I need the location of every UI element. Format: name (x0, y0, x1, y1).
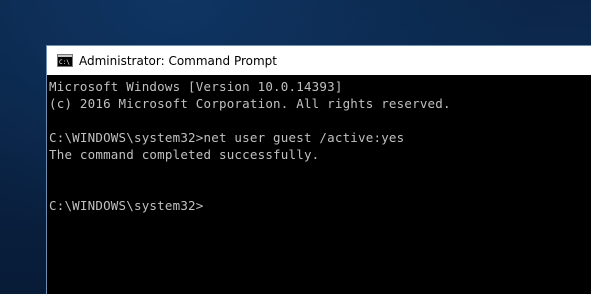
svg-text:C:\: C:\ (59, 59, 70, 66)
title-bar[interactable]: C:\ Administrator: Command Prompt (47, 46, 591, 75)
command-prompt-window[interactable]: C:\ Administrator: Command Prompt Micros… (46, 45, 591, 294)
console-output[interactable]: Microsoft Windows [Version 10.0.14393] (… (47, 75, 591, 294)
cmd-icon: C:\ (57, 54, 73, 67)
command-prompt-line[interactable]: C:\WINDOWS\system32> (49, 197, 591, 214)
window-title: Administrator: Command Prompt (79, 53, 277, 68)
console-line: Microsoft Windows [Version 10.0.14393] (49, 79, 343, 94)
console-line: C:\WINDOWS\system32>net user guest /acti… (49, 130, 405, 145)
console-line: (c) 2016 Microsoft Corporation. All righ… (49, 96, 451, 111)
console-line: The command completed successfully. (49, 147, 320, 162)
